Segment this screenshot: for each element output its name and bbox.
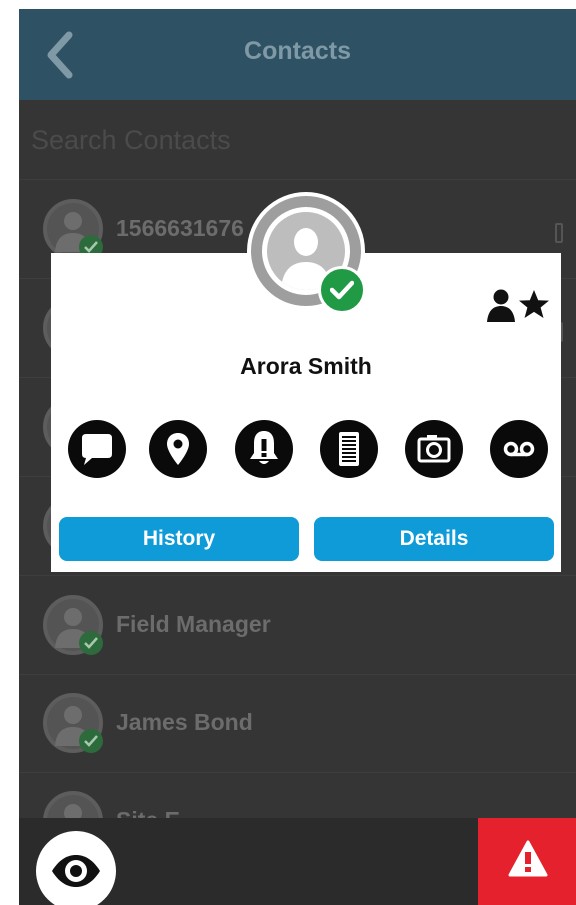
visibility-button[interactable] <box>36 831 116 905</box>
location-button[interactable] <box>149 420 207 478</box>
contact-row[interactable]: James Bond <box>19 675 576 773</box>
alert-button[interactable] <box>235 420 293 478</box>
contact-badges <box>486 288 550 324</box>
online-check-icon <box>318 266 366 314</box>
online-check-icon <box>79 729 103 753</box>
contact-row[interactable]: Field Manager <box>19 577 576 675</box>
details-button[interactable]: Details <box>314 517 554 561</box>
search-input[interactable] <box>31 118 561 162</box>
eye-icon <box>52 855 100 887</box>
camera-button[interactable] <box>405 420 463 478</box>
contact-name: 1566631676 <box>116 215 244 241</box>
person-icon <box>487 289 515 322</box>
page-title: Contacts <box>244 37 351 65</box>
voicemail-button[interactable] <box>490 420 548 478</box>
location-pin-icon <box>167 433 189 465</box>
chevron-left-icon <box>47 31 73 79</box>
voicemail-icon <box>503 441 535 457</box>
camera-icon <box>417 435 451 463</box>
message-button[interactable] <box>68 420 126 478</box>
online-check-icon <box>79 631 103 655</box>
history-button[interactable]: History <box>59 517 299 561</box>
star-icon <box>519 290 549 318</box>
back-button[interactable] <box>39 27 83 83</box>
contact-name: Field Manager <box>116 611 271 637</box>
search-bar <box>19 100 576 180</box>
app-header: Contacts <box>19 9 576 100</box>
walkie-talkie-icon <box>555 223 563 243</box>
bottom-bar <box>19 818 576 905</box>
document-button[interactable] <box>320 420 378 478</box>
message-icon <box>82 434 112 465</box>
warning-icon <box>508 840 548 877</box>
alert-bell-icon <box>250 431 278 464</box>
contact-name-heading: Arora Smith <box>240 353 372 379</box>
emergency-alert-button[interactable] <box>478 818 576 905</box>
contact-name: James Bond <box>116 709 253 735</box>
document-icon <box>339 432 359 466</box>
